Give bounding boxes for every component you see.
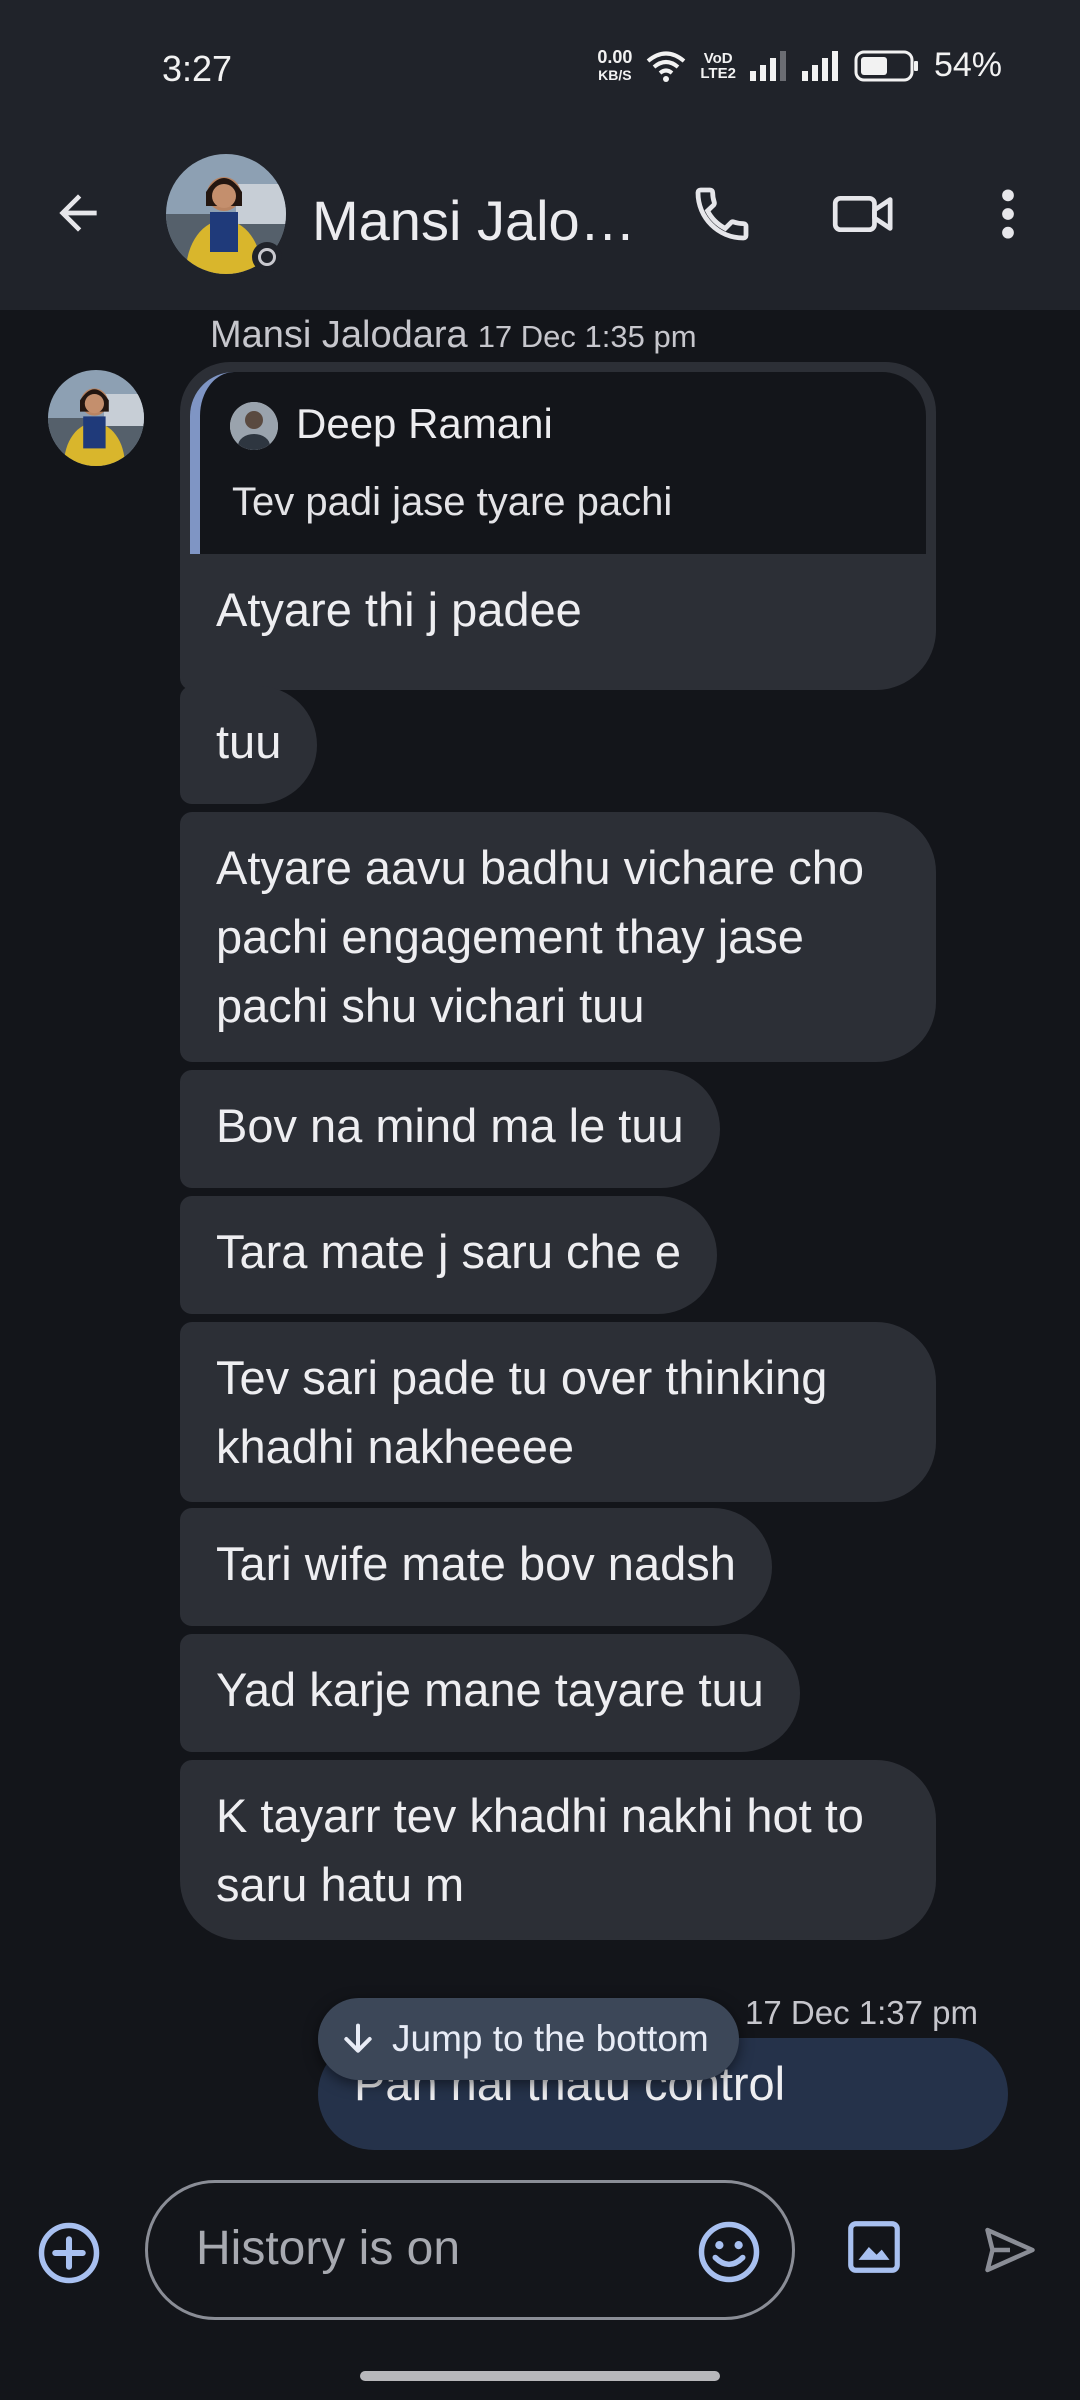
- composer-bar: History is on: [0, 2150, 1080, 2400]
- video-call-icon: [832, 195, 893, 233]
- more-options-button[interactable]: [980, 182, 1036, 251]
- contact-name[interactable]: Mansi Jalo…: [312, 188, 636, 253]
- message-bubble[interactable]: tuu: [180, 686, 318, 804]
- add-image-button[interactable]: [843, 2216, 905, 2283]
- add-attachment-button[interactable]: [36, 2220, 102, 2291]
- send-button[interactable]: [978, 2220, 1042, 2285]
- quoted-sender-name: Deep Ramani: [296, 400, 553, 447]
- quoted-reply-content: Deep Ramani Tev padi jase tyare pachi: [190, 372, 926, 554]
- wifi-icon: [647, 51, 686, 82]
- message-bubble[interactable]: Tara mate j saru che e: [180, 1196, 717, 1314]
- signal-icon: [749, 50, 786, 81]
- message-bubble[interactable]: Atyare thi j padee: [180, 554, 936, 690]
- message-bubble[interactable]: K tayarr tev khadhi nakhi hot to saru ha…: [180, 1760, 936, 1940]
- message-bubble[interactable]: Tev sari pade tu over thinking khadhi na…: [180, 1322, 936, 1502]
- message-bubble[interactable]: Yad karje mane tayare tuu: [180, 1634, 800, 1752]
- avatar-photo: [230, 402, 278, 450]
- sender-avatar[interactable]: [48, 370, 144, 466]
- message-timestamp: 17 Dec 1:35 pm: [477, 319, 697, 354]
- back-arrow-icon: [59, 194, 97, 232]
- status-icons: 0.00 KB/S VoD LTE2 54%: [597, 46, 1002, 85]
- volte-indicator: VoD LTE2: [700, 49, 736, 82]
- phone-icon: [695, 187, 749, 241]
- more-vert-icon: [1002, 189, 1014, 239]
- quoted-text: Tev padi jase tyare pachi: [232, 480, 673, 524]
- status-time: 3:27: [162, 48, 233, 89]
- send-icon: [985, 2227, 1035, 2273]
- message-timestamp: 17 Dec 1:37 pm: [745, 1994, 978, 2031]
- message-bubble[interactable]: Tari wife mate bov nadsh: [180, 1508, 772, 1626]
- home-indicator[interactable]: [360, 2371, 720, 2381]
- battery-icon: [854, 50, 918, 81]
- back-button[interactable]: [50, 185, 106, 246]
- quoted-reply[interactable]: Deep Ramani Tev padi jase tyare pachi: [180, 362, 936, 554]
- arrow-down-icon: [344, 2023, 372, 2053]
- message-bubble[interactable]: Bov na mind ma le tuu: [180, 1070, 720, 1188]
- message-input[interactable]: History is on: [145, 2180, 795, 2320]
- presence-indicator: [252, 242, 282, 272]
- image-icon: [848, 2221, 900, 2273]
- add-circle-icon: [38, 2222, 100, 2284]
- avatar-photo: [48, 370, 144, 466]
- sender-line: Mansi Jalodara 17 Dec 1:35 pm: [210, 314, 697, 357]
- emoji-icon: [698, 2221, 760, 2283]
- voice-call-button[interactable]: [690, 182, 754, 251]
- battery-percent: 54%: [933, 46, 1002, 84]
- sender-name: Mansi Jalodara: [210, 314, 468, 356]
- jump-to-bottom-button[interactable]: Jump to the bottom: [318, 1998, 739, 2080]
- emoji-button[interactable]: [696, 2219, 762, 2290]
- quoted-sender-avatar: [230, 402, 278, 450]
- signal-icon-2: [801, 50, 838, 81]
- jump-to-bottom-label: Jump to the bottom: [392, 2018, 709, 2059]
- conversation-header: Mansi Jalo…: [0, 130, 1080, 310]
- status-bar: 3:27 0.00 KB/S VoD LTE2 54%: [0, 0, 1080, 130]
- video-call-button[interactable]: [830, 182, 898, 251]
- message-input-placeholder: History is on: [196, 2222, 461, 2275]
- net-speed: 0.00 KB/S: [597, 46, 633, 83]
- message-list[interactable]: Mansi Jalodara 17 Dec 1:35 pm Deep Ramani: [0, 310, 1080, 2150]
- message-bubble[interactable]: Atyare aavu badhu vichare cho pachi enga…: [180, 812, 936, 1062]
